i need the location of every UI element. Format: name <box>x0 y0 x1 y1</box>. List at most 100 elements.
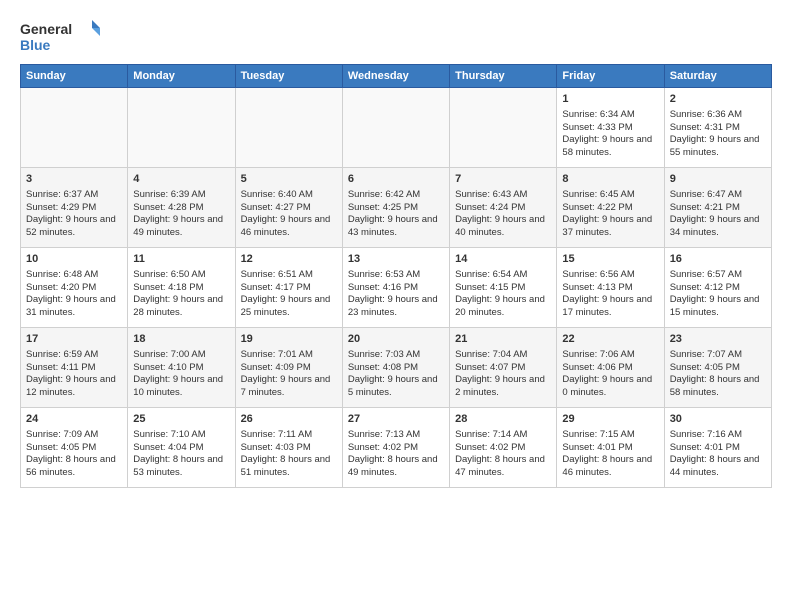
day-number: 3 <box>26 172 122 187</box>
calendar-cell: 10Sunrise: 6:48 AMSunset: 4:20 PMDayligh… <box>21 248 128 328</box>
day-info: Daylight: 9 hours and 15 minutes. <box>670 294 766 320</box>
day-info: Sunrise: 6:34 AM <box>562 109 658 122</box>
day-info: Sunset: 4:25 PM <box>348 202 444 215</box>
calendar-header-row: SundayMondayTuesdayWednesdayThursdayFrid… <box>21 65 772 88</box>
day-info: Sunrise: 7:11 AM <box>241 429 337 442</box>
day-info: Sunrise: 6:56 AM <box>562 269 658 282</box>
day-number: 14 <box>455 252 551 267</box>
calendar-cell <box>342 88 449 168</box>
day-info: Daylight: 9 hours and 43 minutes. <box>348 214 444 240</box>
logo: General Blue <box>20 18 100 58</box>
day-info: Sunset: 4:09 PM <box>241 362 337 375</box>
day-info: Sunset: 4:02 PM <box>348 442 444 455</box>
weekday-header: Thursday <box>450 65 557 88</box>
day-number: 15 <box>562 252 658 267</box>
svg-text:General: General <box>20 21 72 37</box>
day-info: Sunrise: 7:16 AM <box>670 429 766 442</box>
day-info: Daylight: 8 hours and 47 minutes. <box>455 454 551 480</box>
calendar-cell: 21Sunrise: 7:04 AMSunset: 4:07 PMDayligh… <box>450 328 557 408</box>
day-info: Sunrise: 6:48 AM <box>26 269 122 282</box>
calendar-cell: 9Sunrise: 6:47 AMSunset: 4:21 PMDaylight… <box>664 168 771 248</box>
day-info: Sunset: 4:06 PM <box>562 362 658 375</box>
day-info: Sunset: 4:02 PM <box>455 442 551 455</box>
weekday-header: Monday <box>128 65 235 88</box>
day-info: Sunset: 4:13 PM <box>562 282 658 295</box>
calendar-cell: 15 Sunrise: 6:56 AMSunset: 4:13 PMDayligh… <box>557 248 664 328</box>
calendar-week-row: 1Sunrise: 6:34 AMSunset: 4:33 PMDaylight… <box>21 88 772 168</box>
day-number: 27 <box>348 412 444 427</box>
calendar-cell: 12Sunrise: 6:51 AMSunset: 4:17 PMDayligh… <box>235 248 342 328</box>
day-number: 26 <box>241 412 337 427</box>
day-info: Sunrise: 6:57 AM <box>670 269 766 282</box>
day-number: 18 <box>133 332 229 347</box>
day-info: Sunset: 4:18 PM <box>133 282 229 295</box>
day-info: Sunset: 4:08 PM <box>348 362 444 375</box>
calendar-cell: 19Sunrise: 7:01 AMSunset: 4:09 PMDayligh… <box>235 328 342 408</box>
day-info: Daylight: 9 hours and 20 minutes. <box>455 294 551 320</box>
day-info: Sunset: 4:20 PM <box>26 282 122 295</box>
day-number: 21 <box>455 332 551 347</box>
day-info: Sunrise: 7:09 AM <box>26 429 122 442</box>
day-info: Sunrise: 7:07 AM <box>670 349 766 362</box>
day-info: Daylight: 8 hours and 44 minutes. <box>670 454 766 480</box>
calendar-cell: 5Sunrise: 6:40 AMSunset: 4:27 PMDaylight… <box>235 168 342 248</box>
day-number: 23 <box>670 332 766 347</box>
calendar-cell: 24 Sunrise: 7:09 AMSunset: 4:05 PMDayligh… <box>21 408 128 488</box>
day-info: Daylight: 8 hours and 58 minutes. <box>670 374 766 400</box>
day-info: Sunset: 4:01 PM <box>562 442 658 455</box>
day-info: Daylight: 8 hours and 53 minutes. <box>133 454 229 480</box>
calendar-week-row: 17Sunrise: 6:59 AMSunset: 4:11 PMDayligh… <box>21 328 772 408</box>
day-info: Sunset: 4:03 PM <box>241 442 337 455</box>
calendar-cell: 28Sunrise: 7:14 AMSunset: 4:02 PMDayligh… <box>450 408 557 488</box>
header: General Blue <box>20 18 772 58</box>
day-info: Sunset: 4:29 PM <box>26 202 122 215</box>
day-number: 8 <box>562 172 658 187</box>
calendar-cell: 20Sunrise: 7:03 AMSunset: 4:08 PMDayligh… <box>342 328 449 408</box>
calendar-cell: 2Sunrise: 6:36 AMSunset: 4:31 PMDaylight… <box>664 88 771 168</box>
calendar-cell: 1Sunrise: 6:34 AMSunset: 4:33 PMDaylight… <box>557 88 664 168</box>
day-info: Daylight: 9 hours and 2 minutes. <box>455 374 551 400</box>
day-number: 19 <box>241 332 337 347</box>
day-info: Daylight: 8 hours and 46 minutes. <box>562 454 658 480</box>
day-info: Sunset: 4:12 PM <box>670 282 766 295</box>
page: General Blue SundayMondayTuesdayWednesda… <box>0 0 792 498</box>
calendar-cell: 16Sunrise: 6:57 AMSunset: 4:12 PMDayligh… <box>664 248 771 328</box>
day-info: Sunset: 4:05 PM <box>26 442 122 455</box>
calendar-cell: 30Sunrise: 7:16 AMSunset: 4:01 PMDayligh… <box>664 408 771 488</box>
day-info: Sunrise: 6:51 AM <box>241 269 337 282</box>
weekday-header: Friday <box>557 65 664 88</box>
day-number: 28 <box>455 412 551 427</box>
calendar-cell <box>21 88 128 168</box>
day-info: Sunset: 4:33 PM <box>562 122 658 135</box>
day-info: Sunset: 4:11 PM <box>26 362 122 375</box>
day-info: Daylight: 9 hours and 17 minutes. <box>562 294 658 320</box>
day-info: Daylight: 8 hours and 51 minutes. <box>241 454 337 480</box>
weekday-header: Saturday <box>664 65 771 88</box>
day-number: 22 <box>562 332 658 347</box>
day-info: Sunrise: 7:01 AM <box>241 349 337 362</box>
day-info: Sunrise: 6:37 AM <box>26 189 122 202</box>
day-info: Daylight: 9 hours and 25 minutes. <box>241 294 337 320</box>
day-info: Sunrise: 6:43 AM <box>455 189 551 202</box>
day-info: Daylight: 8 hours and 56 minutes. <box>26 454 122 480</box>
day-info: Daylight: 8 hours and 49 minutes. <box>348 454 444 480</box>
day-info: Sunrise: 6:45 AM <box>562 189 658 202</box>
day-info: Sunset: 4:10 PM <box>133 362 229 375</box>
day-info: Daylight: 9 hours and 46 minutes. <box>241 214 337 240</box>
day-info: Sunrise: 7:04 AM <box>455 349 551 362</box>
calendar-cell <box>128 88 235 168</box>
weekday-header: Sunday <box>21 65 128 88</box>
calendar-cell: 23Sunrise: 7:07 AMSunset: 4:05 PMDayligh… <box>664 328 771 408</box>
day-number: 7 <box>455 172 551 187</box>
day-info: Daylight: 9 hours and 23 minutes. <box>348 294 444 320</box>
day-number: 13 <box>348 252 444 267</box>
day-info: Sunset: 4:15 PM <box>455 282 551 295</box>
calendar-cell: 13Sunrise: 6:53 AMSunset: 4:16 PMDayligh… <box>342 248 449 328</box>
day-info: Sunrise: 7:06 AM <box>562 349 658 362</box>
day-number: 5 <box>241 172 337 187</box>
calendar-cell: 7Sunrise: 6:43 AMSunset: 4:24 PMDaylight… <box>450 168 557 248</box>
day-number: 20 <box>348 332 444 347</box>
day-info: Sunrise: 6:42 AM <box>348 189 444 202</box>
day-number: 11 <box>133 252 229 267</box>
day-number: 24 <box>26 412 122 427</box>
